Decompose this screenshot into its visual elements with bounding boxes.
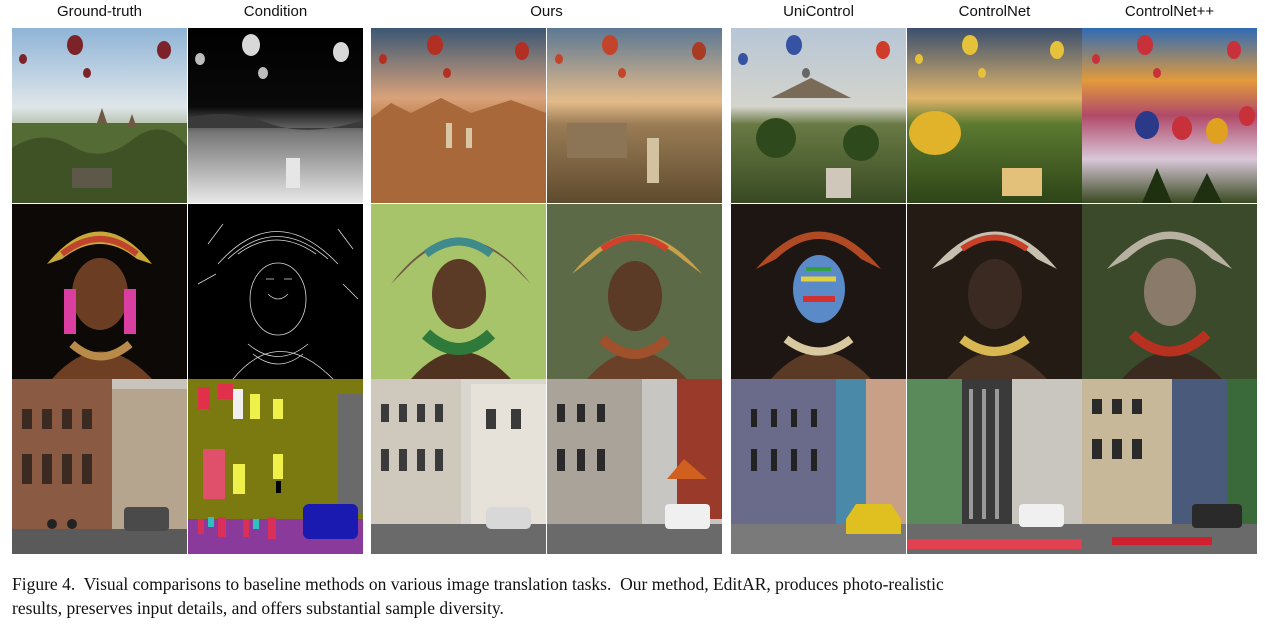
image-row3-controlnetpp — [1082, 379, 1257, 554]
image-row3-condition-segmentation — [188, 379, 363, 554]
image-row2-controlnet — [907, 204, 1082, 379]
column-header-controlnet: ControlNet — [958, 3, 1031, 20]
column-header-ground-truth: Ground-truth — [56, 3, 143, 20]
image-row3-controlnet — [907, 379, 1082, 554]
image-row1-condition-depth — [188, 28, 363, 203]
column-header-condition: Condition — [243, 3, 308, 20]
image-row3-ours-sample-1 — [371, 379, 546, 554]
image-row2-ground-truth — [12, 204, 187, 379]
figure-caption: Figure 4. Visual comparisons to baseline… — [12, 572, 1257, 620]
column-header-controlnetpp: ControlNet++ — [1124, 3, 1215, 20]
image-row1-ours-sample-1 — [371, 28, 546, 203]
image-row1-ground-truth — [12, 28, 187, 203]
column-header-ours: Ours — [530, 3, 563, 20]
image-row1-unicontrol — [731, 28, 906, 203]
image-row3-unicontrol — [731, 379, 906, 554]
image-row3-ground-truth — [12, 379, 187, 554]
image-row2-ours-sample-2 — [547, 204, 722, 379]
image-row1-ours-sample-2 — [547, 28, 722, 203]
column-header-unicontrol: UniControl — [783, 3, 854, 20]
image-row1-controlnetpp — [1082, 28, 1257, 203]
image-row2-unicontrol — [731, 204, 906, 379]
image-row2-controlnetpp — [1082, 204, 1257, 379]
image-row2-ours-sample-1 — [371, 204, 546, 379]
caption-line-2: results, preserves input details, and of… — [12, 598, 504, 618]
image-row2-condition-canny — [188, 204, 363, 379]
image-row1-controlnet — [907, 28, 1082, 203]
image-row3-ours-sample-2 — [547, 379, 722, 554]
caption-line-1: Figure 4. Visual comparisons to baseline… — [12, 574, 944, 594]
